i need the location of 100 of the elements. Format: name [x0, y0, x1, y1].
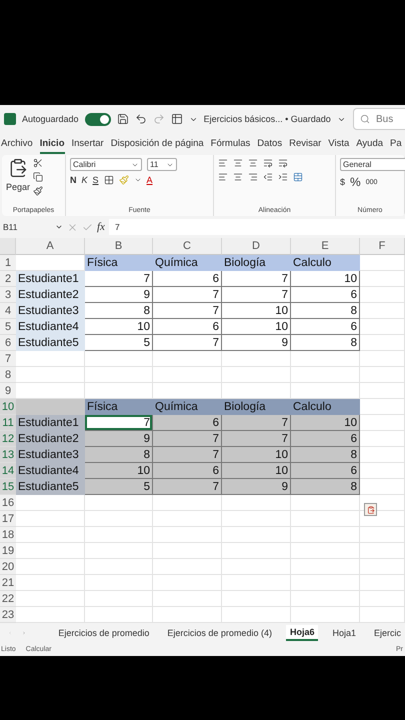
ribbon-tab[interactable]: Vista	[328, 134, 350, 154]
font-name-field[interactable]: Calibri	[70, 158, 142, 171]
grid-cell	[153, 383, 222, 399]
ribbon-tab[interactable]: Datos	[257, 134, 282, 154]
row-header[interactable]: 20	[0, 559, 16, 575]
paste-icon[interactable]	[8, 158, 28, 178]
column-header[interactable]: B	[85, 238, 153, 255]
row-header[interactable]: 7	[0, 351, 16, 367]
wrap-text-icon[interactable]	[278, 158, 288, 168]
align-right-icon[interactable]	[248, 172, 258, 182]
sheet-tab[interactable]: Hoja1	[328, 626, 360, 640]
row-header[interactable]: 21	[0, 575, 16, 591]
grid-cell	[360, 479, 405, 495]
row-header[interactable]: 12	[0, 431, 16, 447]
row-header[interactable]: 22	[0, 591, 16, 607]
paste-options-icon[interactable]	[364, 503, 377, 516]
ribbon-tab[interactable]: Revisar	[289, 134, 322, 154]
row-header[interactable]: 14	[0, 463, 16, 479]
undo-icon[interactable]	[134, 113, 147, 125]
column-header[interactable]: A	[16, 238, 85, 255]
ribbon-tab[interactable]: Archivo	[1, 134, 33, 154]
column-header[interactable]: D	[222, 238, 291, 255]
save-icon[interactable]	[116, 113, 129, 125]
percent-button[interactable]: %	[350, 175, 361, 189]
table-cell: Estudiante1	[16, 415, 85, 431]
row-header[interactable]: 3	[0, 287, 16, 303]
row-header[interactable]: 2	[0, 271, 16, 287]
table-cell: 6	[153, 271, 222, 287]
table-cell: 9	[85, 287, 153, 303]
row-header[interactable]: 10	[0, 399, 16, 415]
align-top-icon[interactable]	[218, 158, 228, 168]
table-cell: 9	[222, 335, 291, 351]
table-cell: 6	[291, 319, 360, 335]
column-header[interactable]: F	[360, 238, 405, 255]
align-middle-icon[interactable]	[233, 158, 243, 168]
grid-cell	[85, 495, 153, 511]
row-header[interactable]: 5	[0, 319, 16, 335]
row-header[interactable]: 4	[0, 303, 16, 319]
number-format-field[interactable]: General	[340, 158, 405, 171]
copy-icon[interactable]	[33, 172, 44, 182]
grid-cell	[222, 511, 291, 527]
row-header[interactable]: 11	[0, 415, 16, 431]
document-title[interactable]: Ejercicios básicos... • Guardado	[204, 114, 331, 124]
row-header[interactable]: 15	[0, 479, 16, 495]
indent-icon[interactable]	[278, 172, 288, 182]
row-header[interactable]: 13	[0, 447, 16, 463]
table-icon[interactable]	[170, 113, 183, 125]
align-left-icon[interactable]	[218, 172, 228, 182]
ribbon-tab[interactable]: Pa	[390, 134, 402, 154]
search-field[interactable]: Bus	[353, 108, 405, 130]
autosave-toggle[interactable]	[84, 112, 111, 126]
insert-function-button[interactable]: fx	[97, 221, 105, 233]
ribbon-tab[interactable]: Insertar	[72, 134, 104, 154]
grid-cell	[16, 367, 85, 383]
row-header[interactable]: 6	[0, 335, 16, 351]
row-header[interactable]: 16	[0, 495, 16, 511]
italic-button[interactable]: K	[82, 175, 88, 185]
column-header[interactable]: E	[291, 238, 360, 255]
row-header[interactable]: 18	[0, 527, 16, 543]
row-header[interactable]: 9	[0, 383, 16, 399]
borders-icon[interactable]	[104, 175, 114, 185]
orientation-icon[interactable]	[263, 158, 273, 168]
ribbon-tab[interactable]: Ayuda	[356, 134, 384, 154]
row-header[interactable]: 23	[0, 607, 16, 623]
ribbon-tab[interactable]: Disposición de página	[110, 134, 204, 154]
search-icon[interactable]	[360, 114, 370, 124]
outdent-icon[interactable]	[263, 172, 273, 182]
font-size-field[interactable]: 11	[147, 158, 177, 171]
column-header[interactable]: C	[153, 238, 222, 255]
table-cell: 10	[85, 319, 153, 335]
grid-cell	[153, 527, 222, 543]
paste-button[interactable]: Pegar	[6, 182, 30, 192]
table-cell: Estudiante5	[16, 335, 85, 351]
grid-cell	[153, 367, 222, 383]
sheet-tab[interactable]: Hoja6	[286, 625, 318, 641]
row-header[interactable]: 17	[0, 511, 16, 527]
ribbon-tab[interactable]: Fórmulas	[210, 134, 250, 154]
grid-cell	[222, 543, 291, 559]
sheet-tab[interactable]: Ejercic	[370, 626, 405, 640]
formula-input[interactable]: 7	[108, 219, 405, 235]
row-header[interactable]: 19	[0, 543, 16, 559]
table-cell: 7	[153, 479, 222, 495]
row-header[interactable]: 8	[0, 367, 16, 383]
grid-cell	[222, 559, 291, 575]
format-painter-icon[interactable]	[33, 186, 44, 196]
align-bottom-icon[interactable]	[248, 158, 258, 168]
grid-cell	[360, 463, 405, 479]
align-center-icon[interactable]	[233, 172, 243, 182]
sheet-tab[interactable]: Ejercicios de promedio (4)	[163, 626, 276, 640]
underline-button[interactable]: S	[92, 175, 99, 185]
fill-color-icon[interactable]	[118, 175, 129, 185]
cut-icon[interactable]	[33, 158, 44, 168]
sheet-tab[interactable]: Ejercicios de promedio	[54, 626, 154, 640]
font-color-button[interactable]: A	[146, 175, 153, 185]
table-cell: 10	[222, 463, 291, 479]
bold-button[interactable]: N	[70, 175, 76, 185]
name-box[interactable]: B11	[3, 222, 63, 232]
row-header[interactable]: 1	[0, 255, 16, 271]
merge-icon[interactable]	[293, 172, 303, 182]
currency-button[interactable]: $	[340, 177, 346, 187]
